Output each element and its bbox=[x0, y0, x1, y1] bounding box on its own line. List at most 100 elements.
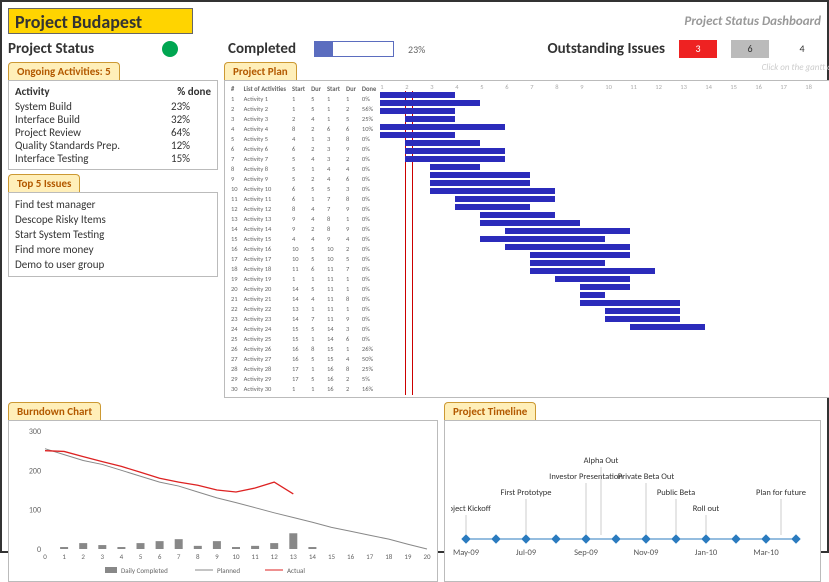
svg-text:14: 14 bbox=[309, 552, 317, 561]
gantt-bar[interactable] bbox=[430, 180, 530, 186]
activity-row: Project Review64% bbox=[15, 126, 211, 139]
gantt-row bbox=[380, 139, 829, 147]
gantt-bar[interactable] bbox=[580, 300, 680, 306]
issue-row: Descope Risky Items bbox=[15, 212, 211, 227]
gantt-bar[interactable] bbox=[505, 244, 630, 250]
svg-text:8: 8 bbox=[196, 552, 200, 561]
top-issues-panel: Top 5 Issues Find test managerDescope Ri… bbox=[8, 174, 218, 277]
svg-text:First Prototype: First Prototype bbox=[500, 488, 551, 498]
burndown-panel: Burndown Chart 0100200300012345678910111… bbox=[8, 402, 438, 582]
gantt-row bbox=[380, 179, 829, 187]
gantt-bar[interactable] bbox=[480, 212, 555, 218]
activity-name: Interface Build bbox=[15, 113, 171, 126]
activity-name: Interface Testing bbox=[15, 152, 171, 165]
gantt-row bbox=[380, 123, 829, 131]
svg-text:13: 13 bbox=[290, 552, 298, 561]
svg-text:Nov-09: Nov-09 bbox=[634, 548, 659, 558]
gantt-row bbox=[380, 315, 829, 323]
gantt-row bbox=[380, 115, 829, 123]
gantt-row bbox=[380, 275, 829, 283]
gantt-bar[interactable] bbox=[405, 156, 505, 162]
plan-tab[interactable]: Project Plan bbox=[224, 62, 297, 80]
status-row: Project Status Completed 23% Outstanding… bbox=[8, 40, 821, 58]
gantt-bar[interactable] bbox=[430, 164, 480, 170]
svg-text:Plan for future: Plan for future bbox=[756, 488, 806, 498]
gantt-bar[interactable] bbox=[430, 188, 555, 194]
gantt-row bbox=[380, 163, 829, 171]
issues-red[interactable]: 3 bbox=[679, 40, 717, 58]
col-done: % done bbox=[177, 85, 211, 98]
issues-label: Outstanding Issues bbox=[547, 40, 665, 58]
gantt-row bbox=[380, 307, 829, 315]
gantt-bar[interactable] bbox=[380, 100, 480, 106]
gantt-bar[interactable] bbox=[405, 148, 505, 154]
gantt-row bbox=[380, 187, 829, 195]
gantt-row bbox=[380, 299, 829, 307]
svg-text:20: 20 bbox=[423, 552, 431, 561]
gantt-bar[interactable] bbox=[505, 228, 630, 234]
svg-text:Private Beta Out: Private Beta Out bbox=[618, 472, 675, 482]
burndown-chart[interactable]: 0100200300012345678910111213141516171819… bbox=[15, 425, 433, 577]
gantt-bar[interactable] bbox=[380, 108, 455, 114]
gantt-bar[interactable] bbox=[380, 92, 455, 98]
activity-name: Project Review bbox=[15, 126, 171, 139]
gantt-bar[interactable] bbox=[530, 260, 605, 266]
gantt-row bbox=[380, 155, 829, 163]
gantt-bar[interactable] bbox=[480, 236, 605, 242]
gantt-bar[interactable] bbox=[405, 140, 480, 146]
completed-label: Completed bbox=[228, 40, 296, 58]
ongoing-activities-panel: Ongoing Activities: 5 Activity% done Sys… bbox=[8, 62, 218, 170]
issues-tab[interactable]: Top 5 Issues bbox=[8, 174, 80, 192]
svg-text:May-09: May-09 bbox=[453, 548, 480, 558]
issues-white[interactable]: 4 bbox=[783, 40, 821, 58]
activity-row: Interface Build32% bbox=[15, 113, 211, 126]
gantt-row bbox=[380, 251, 829, 259]
gantt-bar[interactable] bbox=[380, 124, 505, 130]
gantt-row bbox=[380, 235, 829, 243]
gantt-row bbox=[380, 107, 829, 115]
dashboard: Project Budapest Project Status Dashboar… bbox=[0, 0, 829, 553]
timeline-chart[interactable]: May-09Jul-09Sep-09Nov-09Jan-10Mar-10Proj… bbox=[451, 425, 811, 577]
issues-gray[interactable]: 6 bbox=[731, 40, 769, 58]
gantt-bar[interactable] bbox=[605, 308, 680, 314]
gantt-bar[interactable] bbox=[580, 292, 605, 298]
gantt-bar[interactable] bbox=[455, 204, 530, 210]
activity-row: System Build23% bbox=[15, 100, 211, 113]
svg-text:1: 1 bbox=[62, 552, 66, 561]
activity-pct: 32% bbox=[171, 113, 211, 126]
gantt-bar[interactable] bbox=[555, 276, 630, 282]
activity-pct: 12% bbox=[171, 139, 211, 152]
gantt-bar[interactable] bbox=[605, 316, 680, 322]
svg-text:300: 300 bbox=[29, 427, 41, 437]
gantt-bar[interactable] bbox=[580, 284, 630, 290]
gantt-bar[interactable] bbox=[530, 268, 655, 274]
project-title: Project Budapest bbox=[8, 8, 193, 34]
gantt-bar[interactable] bbox=[530, 252, 630, 258]
svg-text:11: 11 bbox=[252, 552, 260, 561]
svg-text:16: 16 bbox=[347, 552, 355, 561]
dashboard-subtitle: Project Status Dashboard bbox=[684, 14, 821, 29]
svg-text:Daily Completed: Daily Completed bbox=[121, 566, 168, 575]
gantt-bar[interactable] bbox=[480, 220, 580, 226]
svg-text:Investor Presentation: Investor Presentation bbox=[549, 472, 623, 482]
gantt-row bbox=[380, 91, 829, 99]
issue-row: Start System Testing bbox=[15, 227, 211, 242]
ongoing-tab[interactable]: Ongoing Activities: 5 bbox=[8, 62, 120, 80]
gantt-bar[interactable] bbox=[430, 172, 530, 178]
svg-text:17: 17 bbox=[366, 552, 374, 561]
col-activity: Activity bbox=[15, 85, 177, 98]
burndown-tab[interactable]: Burndown Chart bbox=[8, 402, 101, 420]
svg-text:Sep-09: Sep-09 bbox=[574, 548, 599, 558]
svg-text:Jul-09: Jul-09 bbox=[516, 548, 537, 558]
gantt-row bbox=[380, 131, 829, 139]
header: Project Budapest Project Status Dashboar… bbox=[8, 8, 821, 34]
svg-text:2: 2 bbox=[81, 552, 85, 561]
svg-text:5: 5 bbox=[139, 552, 143, 561]
gantt-bar[interactable] bbox=[405, 116, 455, 122]
timeline-tab[interactable]: Project Timeline bbox=[444, 402, 536, 420]
gantt-chart[interactable]: #List of ActivitiesStartDurStartDurDone1… bbox=[227, 83, 829, 395]
gantt-bar[interactable] bbox=[630, 324, 705, 330]
issue-row: Demo to user group bbox=[15, 257, 211, 272]
gantt-bar[interactable] bbox=[455, 196, 555, 202]
gantt-bar[interactable] bbox=[380, 132, 455, 138]
